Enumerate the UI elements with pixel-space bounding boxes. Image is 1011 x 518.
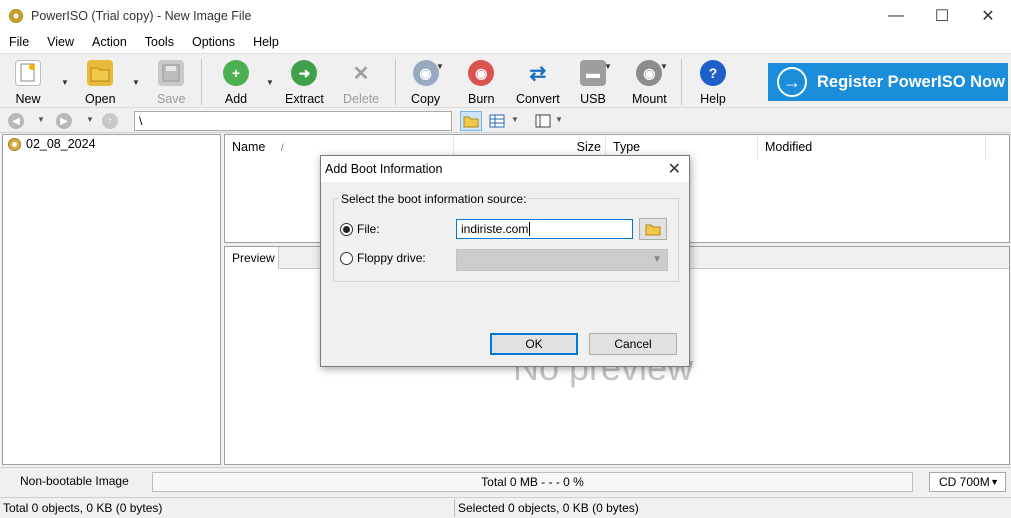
delete-x-icon: ✕ — [352, 62, 370, 85]
folder-icon — [645, 224, 661, 236]
menu-options[interactable]: Options — [183, 35, 244, 49]
grid-view-icon — [489, 114, 505, 128]
cancel-button[interactable]: Cancel — [589, 333, 677, 355]
add-plus-icon: + — [223, 60, 249, 86]
layout-panel-icon — [535, 114, 551, 128]
open-folder-icon — [87, 60, 114, 86]
extract-arrow-icon: ➜ — [291, 60, 318, 86]
menu-view[interactable]: View — [38, 35, 83, 49]
chevron-down-icon: ▼ — [652, 254, 662, 265]
layout-dropdown-icon[interactable]: ▼ — [555, 115, 563, 124]
forward-arrow-icon[interactable]: ▶ — [56, 113, 72, 129]
browse-file-button[interactable] — [639, 218, 667, 240]
floppy-drive-radio[interactable]: Floppy drive: — [340, 251, 426, 265]
boot-status: Non-bootable Image — [20, 474, 129, 488]
burn-disc-icon: ◉ — [468, 60, 495, 86]
delete-button[interactable]: ✕ Delete — [343, 60, 379, 107]
forward-dropdown-icon[interactable]: ▼ — [86, 115, 94, 124]
folder-view-button[interactable] — [460, 111, 482, 131]
mount-dropdown-icon[interactable]: ▼ — [660, 62, 668, 71]
radio-unchecked-icon — [340, 251, 353, 265]
help-button[interactable]: ? Help — [700, 60, 726, 106]
copy-dropdown-icon[interactable]: ▼ — [436, 62, 444, 71]
dialog-title: Add Boot Information — [325, 162, 443, 176]
menu-bar: File View Action Tools Options Help — [0, 31, 1011, 53]
add-boot-information-dialog: Add Boot Information ✕ Select the boot i… — [320, 155, 690, 367]
capacity-progress-bar: Total 0 MB - - - 0 % — [152, 472, 913, 492]
register-poweriso-button[interactable]: → Register PowerISO Now — [768, 63, 1008, 101]
address-bar: ◀ ▼ ▶ ▼ ↑ \ ▼ ▼ — [0, 109, 1011, 133]
extract-button[interactable]: ➜ Extract — [285, 60, 324, 106]
help-question-icon: ? — [700, 60, 726, 86]
add-dropdown-icon[interactable]: ▼ — [266, 78, 274, 87]
radio-checked-icon — [340, 222, 353, 236]
total-objects-status: Total 0 objects, 0 KB (0 bytes) — [3, 501, 163, 515]
burn-button[interactable]: ◉ Burn — [468, 60, 494, 106]
arrow-right-icon: → — [777, 67, 807, 97]
close-button[interactable]: ✕ — [965, 0, 1011, 31]
window-title: PowerISO (Trial copy) - New Image File — [31, 8, 252, 23]
dialog-close-icon[interactable]: ✕ — [668, 159, 681, 179]
toolbar-separator — [201, 59, 202, 105]
status-bar-image: Non-bootable Image Total 0 MB - - - 0 % … — [0, 467, 1011, 495]
toolbar-separator — [681, 59, 682, 105]
minimize-button[interactable]: — — [873, 0, 919, 31]
dialog-title-bar: Add Boot Information ✕ — [321, 156, 689, 182]
disc-image-icon — [8, 137, 21, 151]
usb-button[interactable]: ▬ USB — [580, 60, 606, 106]
progress-text: Total 0 MB - - - 0 % — [481, 475, 584, 489]
status-divider — [454, 499, 455, 517]
sort-indicator-icon: / — [280, 143, 284, 154]
save-disk-icon — [158, 60, 185, 86]
add-button[interactable]: + Add — [223, 60, 249, 106]
view-mode-dropdown-icon[interactable]: ▼ — [511, 115, 519, 124]
chevron-down-icon: ▼ — [990, 477, 999, 487]
save-button[interactable]: Save — [157, 60, 186, 106]
toolbar-separator — [395, 59, 396, 105]
tree-item-root[interactable]: 02_08_2024 — [8, 137, 96, 151]
column-header-modified[interactable]: Modified — [758, 135, 986, 159]
open-dropdown-icon[interactable]: ▼ — [132, 78, 140, 87]
back-dropdown-icon[interactable]: ▼ — [37, 115, 45, 124]
boot-file-input[interactable]: indiriste.com — [456, 219, 633, 239]
ok-button[interactable]: OK — [490, 333, 578, 355]
path-input[interactable]: \ — [134, 111, 452, 131]
tab-preview[interactable]: Preview — [225, 247, 279, 269]
convert-button[interactable]: ⇄ Convert — [516, 60, 560, 107]
menu-help[interactable]: Help — [244, 35, 288, 49]
new-file-icon — [15, 60, 41, 86]
window-controls: — ☐ ✕ — [873, 0, 1011, 31]
maximize-button[interactable]: ☐ — [919, 0, 965, 31]
status-bar-objects: Total 0 objects, 0 KB (0 bytes) Selected… — [0, 497, 1011, 518]
boot-source-group-label: Select the boot information source: — [339, 192, 529, 206]
capacity-select[interactable]: CD 700M ▼ — [929, 472, 1006, 492]
usb-drive-icon: ▬ — [580, 60, 606, 86]
menu-file[interactable]: File — [0, 35, 38, 49]
layout-button[interactable] — [532, 111, 554, 131]
menu-tools[interactable]: Tools — [136, 35, 183, 49]
back-arrow-icon[interactable]: ◀ — [8, 113, 24, 129]
new-button[interactable]: New — [15, 60, 41, 106]
copy-disc-icon: ◉ — [412, 60, 439, 86]
mount-drive-icon: ◉ — [636, 60, 663, 86]
menu-action[interactable]: Action — [83, 35, 136, 49]
up-folder-icon[interactable]: ↑ — [102, 113, 118, 129]
selected-objects-status: Selected 0 objects, 0 KB (0 bytes) — [458, 501, 639, 515]
view-mode-button[interactable] — [486, 111, 508, 131]
file-radio[interactable]: File: — [340, 222, 380, 236]
new-dropdown-icon[interactable]: ▼ — [61, 78, 69, 87]
title-bar: PowerISO (Trial copy) - New Image File —… — [0, 0, 1011, 31]
poweriso-app-icon — [9, 8, 23, 23]
open-button[interactable]: Open — [85, 60, 116, 106]
folder-tree: 02_08_2024 — [2, 134, 221, 465]
usb-dropdown-icon[interactable]: ▼ — [604, 62, 612, 71]
convert-arrows-icon: ⇄ — [529, 62, 547, 85]
folder-icon — [463, 116, 479, 128]
floppy-drive-select: ▼ — [456, 249, 668, 271]
